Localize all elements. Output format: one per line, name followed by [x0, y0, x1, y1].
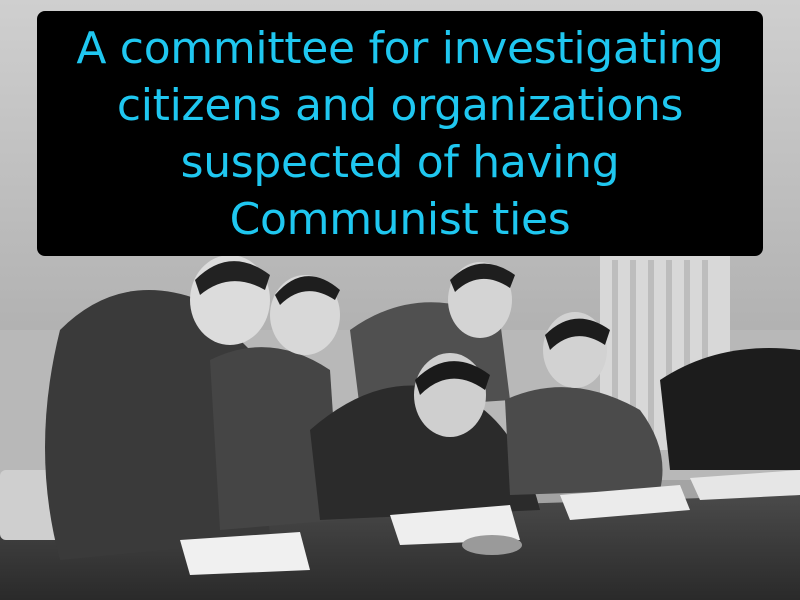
caption-text: A committee for investigating citizens a… [76, 22, 724, 245]
ashtray [462, 535, 522, 555]
caption-box: A committee for investigating citizens a… [37, 11, 763, 256]
